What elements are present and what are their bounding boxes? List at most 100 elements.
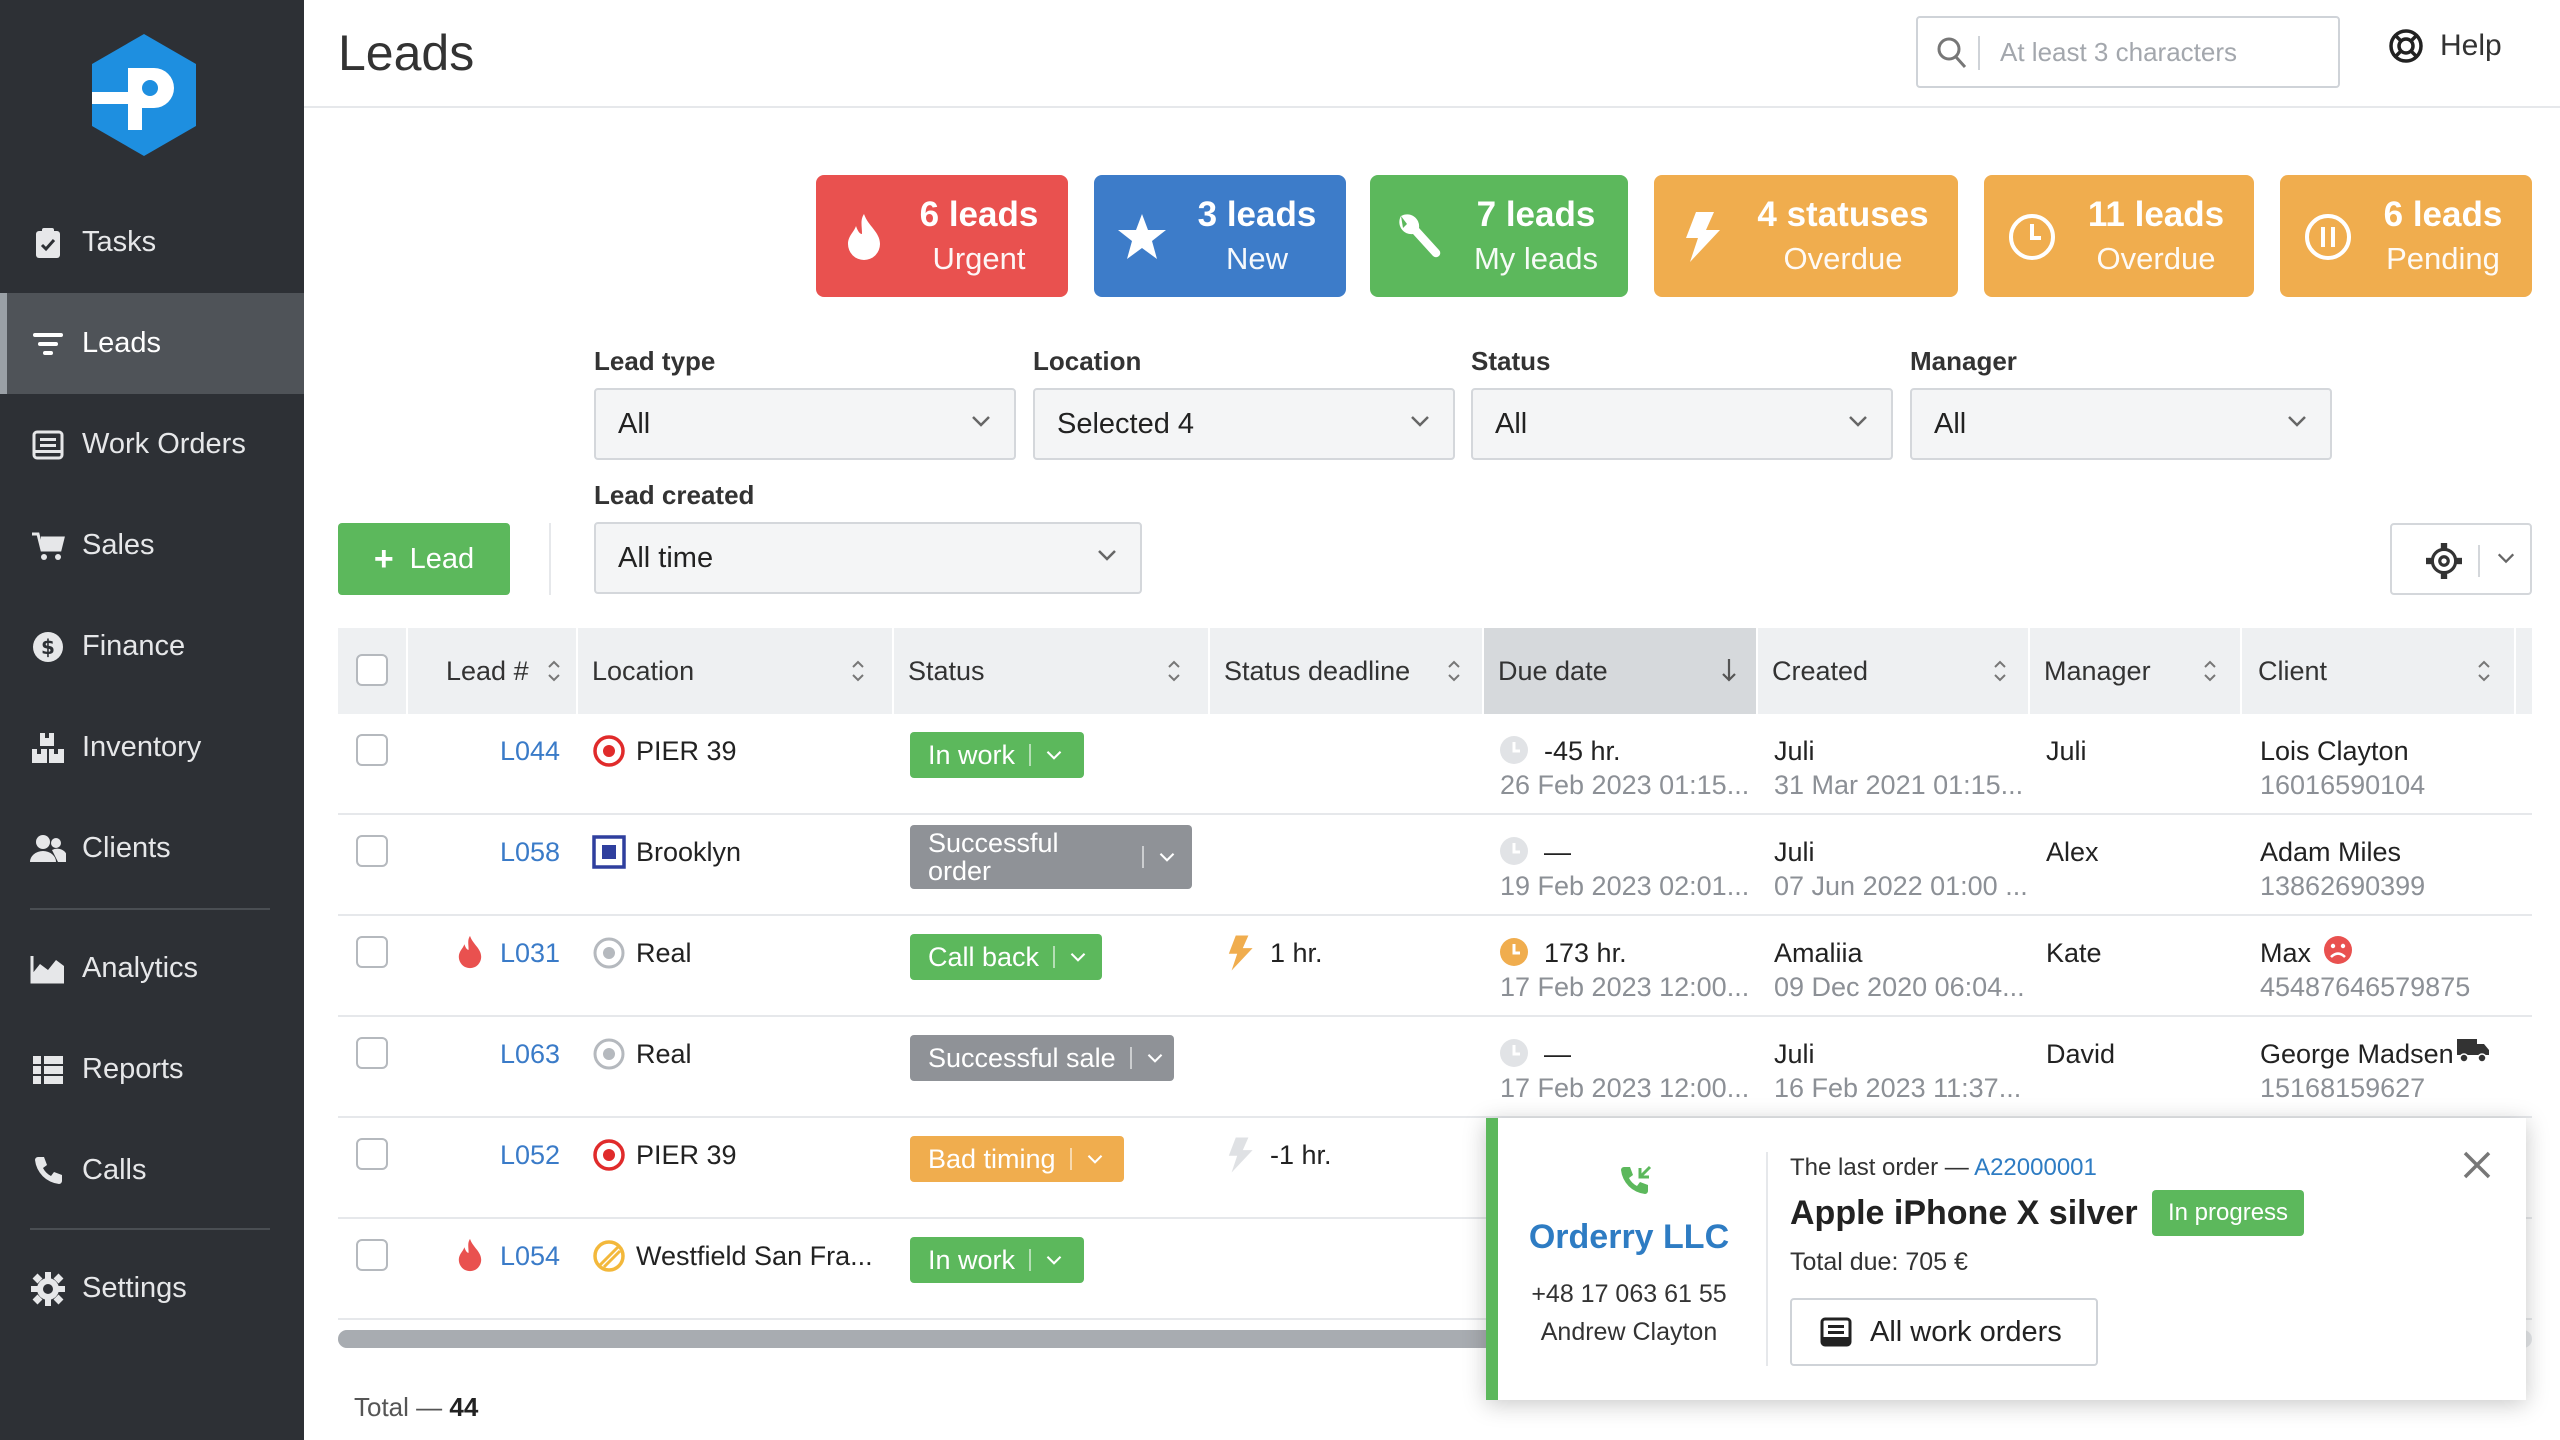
status-dropdown[interactable]: In work — [910, 1237, 1084, 1283]
card-pending[interactable]: 6 leads Pending — [2280, 175, 2532, 297]
last-order-link[interactable]: A22000001 — [1974, 1154, 2097, 1181]
column-label: Location — [592, 655, 695, 686]
sad-face-icon — [2324, 936, 2352, 964]
table-row[interactable]: L044 PIER 39 In work -45 hr. 26 Feb 2023… — [338, 714, 2532, 815]
column-label: Client — [2258, 655, 2328, 686]
search-input[interactable] — [2000, 32, 2320, 72]
boxes-icon — [30, 730, 66, 766]
status-dropdown[interactable]: Successful order — [910, 825, 1192, 889]
card-count: 4 statuses — [1757, 195, 1929, 234]
company-phone: +48 17 063 61 55 — [1531, 1280, 1727, 1308]
filter-label-location: Location — [1033, 346, 1142, 376]
lead-number-link[interactable]: L052 — [500, 1140, 560, 1171]
sidebar-item-leads[interactable]: Leads — [0, 293, 304, 394]
sidebar-item-analytics[interactable]: Analytics — [0, 918, 304, 1019]
select-all-checkbox[interactable] — [356, 654, 388, 686]
sidebar-item-work-orders[interactable]: Work Orders — [0, 394, 304, 495]
total-label: Total — — [354, 1392, 443, 1422]
sidebar-item-reports[interactable]: Reports — [0, 1019, 304, 1120]
filter-label-status: Status — [1471, 346, 1551, 376]
lead-number-link[interactable]: L058 — [500, 837, 560, 868]
client-name[interactable]: Lois Clayton — [2260, 736, 2409, 767]
location-name: Real — [636, 938, 692, 968]
row-checkbox[interactable] — [356, 734, 388, 766]
sort-icon — [1994, 660, 2006, 682]
status-dropdown[interactable]: Successful sale — [910, 1035, 1174, 1081]
arrow-down-icon — [1722, 659, 1736, 682]
client-name[interactable]: Max — [2260, 938, 2311, 969]
client-name[interactable]: George Madsen — [2260, 1039, 2454, 1070]
sidebar-item-inventory[interactable]: Inventory — [0, 697, 304, 798]
add-lead-button[interactable]: + Lead — [338, 523, 510, 595]
row-checkbox[interactable] — [356, 1239, 388, 1271]
sidebar-item-finance[interactable]: $ Finance — [0, 596, 304, 697]
column-manager[interactable]: Manager — [2030, 628, 2240, 714]
column-due-date[interactable]: Due date — [1484, 628, 1756, 714]
row-checkbox[interactable] — [356, 1037, 388, 1069]
status-dropdown[interactable]: Call back — [910, 934, 1102, 980]
sidebar-item-calls[interactable]: Calls — [0, 1120, 304, 1221]
column-created[interactable]: Created — [1758, 628, 2028, 714]
due-hours: -45 hr. — [1544, 736, 1621, 766]
lead-number-link[interactable]: L054 — [500, 1241, 560, 1272]
sidebar-item-clients[interactable]: Clients — [0, 798, 304, 899]
card-statuses-overdue[interactable]: 4 statuses Overdue — [1654, 175, 1958, 297]
sidebar-item-label: Finance — [82, 630, 186, 662]
phone-incoming-icon — [1621, 1165, 1652, 1194]
manager-select[interactable]: All — [1910, 388, 2332, 460]
table-header: Lead # Location Status Status deadline D… — [338, 628, 2532, 714]
all-work-orders-button[interactable]: All work orders — [1790, 1298, 2098, 1366]
close-icon[interactable] — [2460, 1148, 2494, 1182]
lead-number-link[interactable]: L044 — [500, 736, 560, 767]
column-status-deadline[interactable]: Status deadline — [1210, 628, 1482, 714]
lead-type-select[interactable]: All — [594, 388, 1016, 460]
select-value: All — [618, 408, 651, 440]
status-label: Call back — [928, 941, 1040, 972]
lead-created-select[interactable]: All time — [594, 522, 1142, 594]
sidebar-item-tasks[interactable]: Tasks — [0, 192, 304, 293]
table-settings-button[interactable] — [2390, 523, 2532, 595]
sidebar-item-settings[interactable]: Settings — [0, 1238, 304, 1339]
row-checkbox[interactable] — [356, 936, 388, 968]
chevron-down-icon — [2288, 416, 2306, 427]
gear-icon — [2426, 543, 2462, 579]
status-deadline: 1 hr. — [1270, 938, 1323, 968]
button-label: All work orders — [1870, 1315, 2062, 1348]
column-status[interactable]: Status — [894, 628, 1208, 714]
sidebar-item-label: Work Orders — [82, 428, 246, 460]
column-label: Status deadline — [1224, 655, 1411, 686]
status-dropdown[interactable]: Bad timing — [910, 1136, 1124, 1182]
card-my-leads[interactable]: 7 leads My leads — [1370, 175, 1628, 297]
column-location[interactable]: Location — [578, 628, 892, 714]
company-name[interactable]: Orderry LLC — [1498, 1218, 1760, 1257]
sort-icon — [2478, 660, 2490, 682]
client-phone: 15168159627 — [2260, 1073, 2426, 1103]
sidebar-item-sales[interactable]: Sales — [0, 495, 304, 596]
client-name[interactable]: Adam Miles — [2260, 837, 2401, 868]
app-logo[interactable] — [84, 30, 204, 160]
status-dropdown[interactable]: In work — [910, 732, 1084, 778]
location-select[interactable]: Selected 4 — [1033, 388, 1455, 460]
scrollbar-thumb[interactable] — [338, 1330, 1498, 1348]
card-urgent[interactable]: 6 leads Urgent — [816, 175, 1068, 297]
table-row[interactable]: L063 Real Successful sale — 17 Feb 2023 … — [338, 1017, 2532, 1118]
help-link[interactable]: Help — [2388, 28, 2502, 64]
column-lead-number[interactable]: Lead # — [408, 628, 576, 714]
table-row[interactable]: L031 Real Call back 1 hr. 173 hr. 17 Feb… — [338, 916, 2532, 1017]
lead-number-link[interactable]: L031 — [500, 938, 560, 969]
card-leads-overdue[interactable]: 11 leads Overdue — [1984, 175, 2254, 297]
card-new[interactable]: 3 leads New — [1094, 175, 1346, 297]
chevron-down-icon — [2497, 553, 2515, 564]
location-name: PIER 39 — [636, 736, 737, 766]
row-checkbox[interactable] — [356, 1138, 388, 1170]
row-checkbox[interactable] — [356, 835, 388, 867]
gear-icon — [30, 1271, 66, 1307]
ban-icon — [593, 1240, 625, 1272]
table-row[interactable]: L058 Brooklyn Successful order — 19 Feb … — [338, 815, 2532, 916]
lead-number-link[interactable]: L063 — [500, 1039, 560, 1070]
search-box[interactable] — [1916, 16, 2340, 88]
due-date: 17 Feb 2023 12:00... — [1500, 1073, 1750, 1103]
column-client[interactable]: Client — [2242, 628, 2514, 714]
client-phone: 13862690399 — [2260, 871, 2426, 901]
status-select[interactable]: All — [1471, 388, 1893, 460]
